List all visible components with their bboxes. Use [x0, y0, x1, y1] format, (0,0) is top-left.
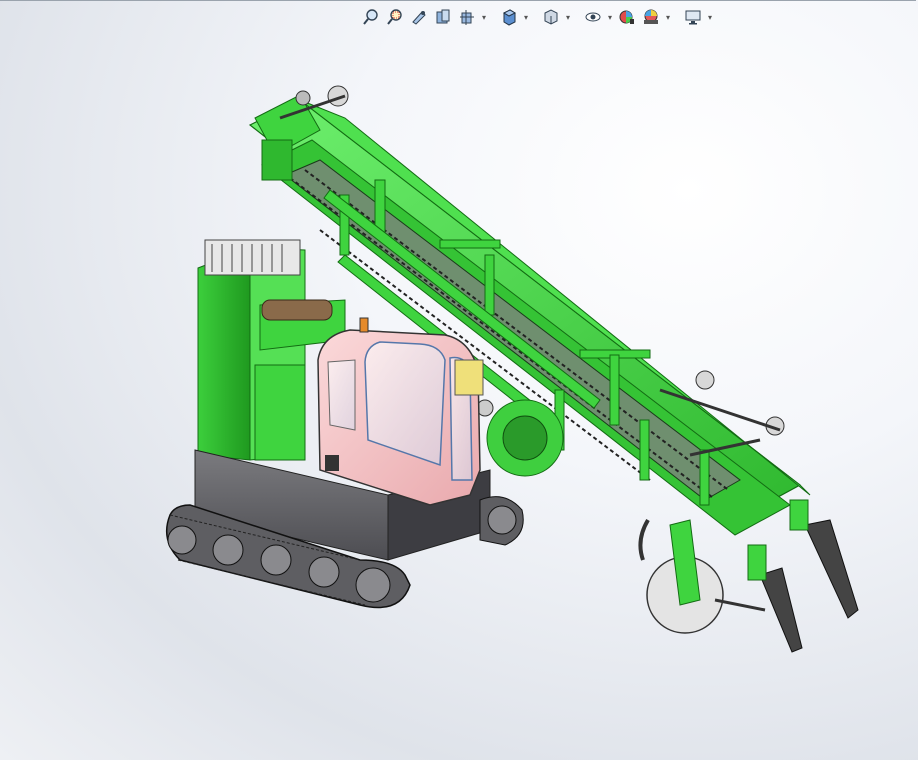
- graphics-viewport[interactable]: [0, 0, 918, 760]
- display-style-dropdown[interactable]: ▾: [564, 6, 572, 28]
- zoom-to-fit-icon[interactable]: [360, 6, 382, 28]
- edit-appearance-icon[interactable]: [616, 6, 638, 28]
- previous-view-icon[interactable]: [408, 6, 430, 28]
- section-view-icon[interactable]: [432, 6, 454, 28]
- dynamic-annotation-views-dropdown[interactable]: ▾: [480, 6, 488, 28]
- view-orientation-icon[interactable]: [498, 6, 520, 28]
- operator-cab: [317, 317, 484, 506]
- apply-scene-icon[interactable]: [640, 6, 662, 28]
- apply-scene-dropdown[interactable]: ▾: [664, 6, 672, 28]
- heads-up-view-toolbar: ▾ ▾ ▾ ▾ ▾ ▾: [360, 5, 714, 29]
- hide-show-items-icon[interactable]: [582, 6, 604, 28]
- view-settings-icon[interactable]: [682, 6, 704, 28]
- blower-fan: [476, 399, 564, 477]
- zoom-to-area-icon[interactable]: [384, 6, 406, 28]
- dynamic-annotation-views-icon[interactable]: [456, 6, 478, 28]
- view-settings-dropdown[interactable]: ▾: [706, 6, 714, 28]
- hide-show-items-dropdown[interactable]: ▾: [606, 6, 614, 28]
- view-orientation-dropdown[interactable]: ▾: [522, 6, 530, 28]
- display-style-icon[interactable]: [540, 6, 562, 28]
